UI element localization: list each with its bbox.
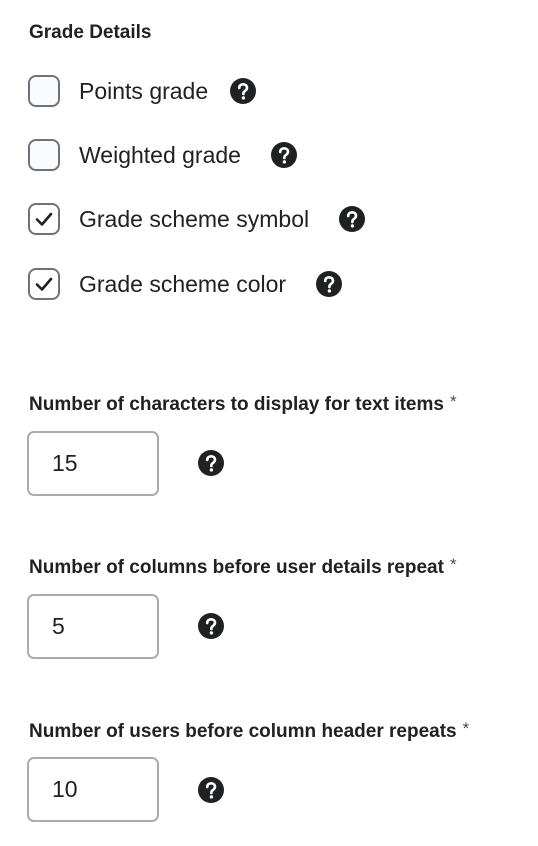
points-grade-label: Points grade [79, 77, 209, 104]
grade-details-settings: Grade Details Points grade Weighted grad… [0, 0, 538, 846]
help-icon[interactable] [338, 205, 366, 233]
option-grade-scheme-symbol[interactable]: Grade scheme symbol [28, 201, 366, 237]
weighted-grade-checkbox[interactable] [28, 139, 60, 171]
help-icon[interactable] [197, 612, 225, 640]
grade-scheme-symbol-checkbox[interactable] [28, 203, 60, 235]
checkmark-icon [35, 212, 53, 226]
grade-scheme-color-checkbox[interactable] [28, 268, 60, 300]
help-icon[interactable] [315, 270, 343, 298]
required-marker: * [449, 555, 457, 574]
header-repeat-input[interactable] [27, 757, 159, 822]
columns-repeat-label: Number of columns before user details re… [29, 555, 457, 579]
columns-repeat-label-text: Number of columns before user details re… [29, 557, 444, 578]
grade-scheme-color-label: Grade scheme color [79, 270, 287, 297]
option-grade-scheme-color[interactable]: Grade scheme color [28, 266, 343, 302]
required-marker: * [449, 392, 457, 411]
required-marker: * [462, 719, 470, 738]
points-grade-checkbox[interactable] [28, 75, 60, 107]
help-icon[interactable] [197, 776, 225, 804]
text-chars-label: Number of characters to display for text… [29, 392, 457, 416]
option-points-grade[interactable]: Points grade [28, 73, 257, 109]
text-chars-input[interactable] [27, 431, 159, 496]
text-chars-label-text: Number of characters to display for text… [29, 394, 444, 415]
weighted-grade-label: Weighted grade [79, 141, 241, 168]
option-weighted-grade[interactable]: Weighted grade [28, 137, 298, 173]
header-repeat-label: Number of users before column header rep… [29, 719, 470, 743]
checkmark-icon [35, 277, 53, 291]
help-icon[interactable] [197, 449, 225, 477]
section-title: Grade Details [29, 22, 152, 43]
columns-repeat-input[interactable] [27, 594, 159, 659]
grade-scheme-symbol-label: Grade scheme symbol [79, 205, 310, 232]
help-icon[interactable] [270, 141, 298, 169]
header-repeat-label-text: Number of users before column header rep… [29, 721, 457, 742]
help-icon[interactable] [229, 77, 257, 105]
